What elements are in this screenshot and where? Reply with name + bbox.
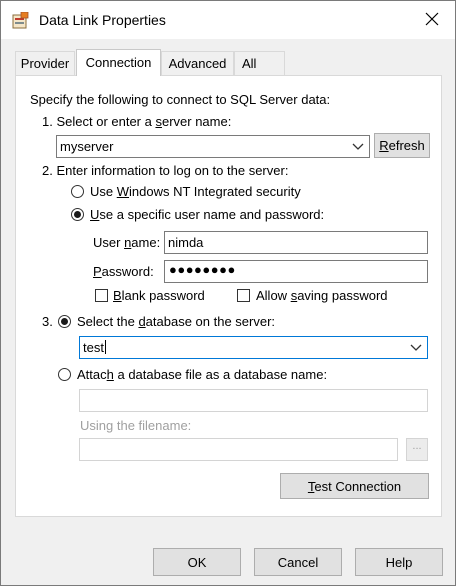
intro-text: Specify the following to connect to SQL … [30,92,331,107]
browse-label: ... [412,440,422,452]
tab-connection-label: Connection [85,55,152,70]
test-connection-label: est Connection [314,479,402,494]
allow-saving-password-label[interactable]: Allow saving password [256,288,388,303]
cancel-label: Cancel [277,555,319,570]
radio-attach-database-label[interactable]: Attach a database file as a database nam… [77,367,327,382]
refresh-label: efresh [388,138,425,153]
filename-label: Using the filename: [80,418,192,433]
step2-label: 2. Enter information to log on to the se… [42,163,289,178]
server-name-value: myserver [60,139,114,154]
radio-windows-integrated-label[interactable]: Use Windows NT Integrated security [90,184,301,199]
dialog-footer: OK Cancel Help [1,531,455,585]
tab-provider-label: Provider [20,56,70,71]
user-name-value: nimda [168,235,204,250]
radio-select-database[interactable] [58,315,71,328]
tab-all-label: All [242,56,257,71]
server-name-combobox[interactable]: myserver [56,135,370,158]
chevron-down-icon[interactable] [409,339,423,355]
step1-label: 1. Select or enter a server name: [42,114,232,129]
tab-all[interactable]: All [234,51,285,75]
radio-specific-user-label[interactable]: Use a specific user name and password: [90,207,324,222]
data-link-properties-window: Data Link Properties Provider Connection… [0,0,456,586]
connection-panel: Specify the following to connect to SQL … [15,75,442,517]
title-bar: Data Link Properties [1,1,455,39]
browse-button[interactable]: ... [406,438,428,461]
password-input[interactable]: ●●●●●●●● [164,260,428,283]
refresh-button[interactable]: Refresh [374,133,430,158]
test-connection-button[interactable]: Test Connection [280,473,429,499]
help-label: Help [385,555,413,570]
ok-label: OK [187,555,207,570]
password-mask: ●●●●●●●● [169,262,236,277]
database-combobox[interactable]: test [79,336,428,359]
help-button[interactable]: Help [355,548,443,576]
blank-password-checkbox[interactable] [95,289,108,302]
step3-number: 3. [42,314,53,329]
tab-provider[interactable]: Provider [15,51,75,75]
blank-password-label[interactable]: Blank password [113,288,205,303]
filename-input[interactable] [79,438,398,461]
database-value: test [83,340,106,355]
tab-advanced[interactable]: Advanced [161,51,234,75]
data-link-icon [12,11,29,29]
password-label: Password: [93,264,154,279]
chevron-down-icon[interactable] [351,138,365,154]
radio-select-database-label[interactable]: Select the database on the server: [77,314,275,329]
user-name-input[interactable]: nimda [164,231,428,254]
ok-button[interactable]: OK [153,548,241,576]
radio-specific-user[interactable] [71,208,84,221]
window-title: Data Link Properties [39,12,166,28]
tab-connection[interactable]: Connection [76,49,161,76]
allow-saving-password-checkbox[interactable] [237,289,250,302]
attach-database-name-input[interactable] [79,389,428,412]
user-name-label: User name: [93,235,161,250]
tab-advanced-label: Advanced [168,56,227,71]
close-button[interactable] [409,3,455,37]
radio-attach-database[interactable] [58,368,71,381]
refresh-label-mnemonic: R [379,138,389,153]
cancel-button[interactable]: Cancel [254,548,342,576]
radio-windows-integrated[interactable] [71,185,84,198]
close-icon [425,12,439,29]
